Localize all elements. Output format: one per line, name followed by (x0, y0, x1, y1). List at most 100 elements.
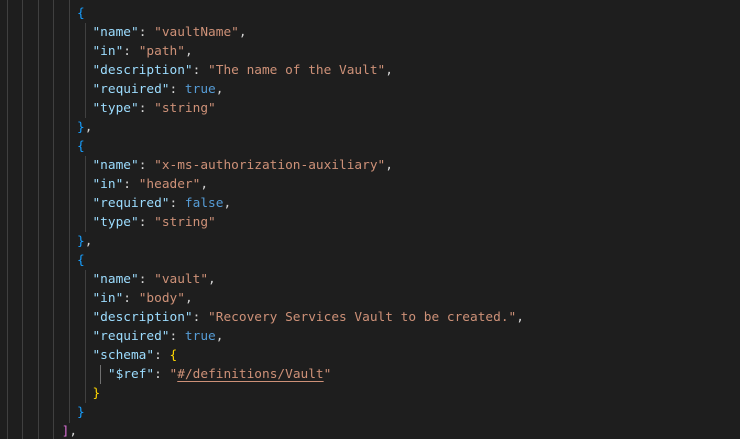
punctuation (0, 6, 77, 21)
punctuation (0, 63, 92, 78)
bracket: { (77, 5, 85, 21)
bracket: } (77, 404, 85, 420)
punctuation (0, 139, 77, 154)
punctuation: , (200, 176, 209, 192)
punctuation: , (208, 271, 216, 287)
code-line: { (0, 251, 85, 270)
json-boolean: false (184, 195, 224, 211)
json-key: "name" (92, 24, 139, 40)
code-line: "description": "The name of the Vault", (0, 61, 393, 80)
json-string: "string" (154, 100, 216, 116)
json-boolean: true (184, 81, 216, 97)
punctuation: , (223, 195, 232, 211)
bracket: } (77, 0, 85, 2)
json-string: "vaultName" (154, 24, 239, 40)
punctuation (0, 0, 77, 2)
json-string: "vault" (154, 271, 209, 287)
json-key: "name" (92, 271, 139, 287)
bracket: { (77, 252, 85, 268)
punctuation: : (123, 290, 139, 306)
json-ref-link[interactable]: #/definitions/Vault (177, 367, 323, 382)
code-line: "in": "path", (0, 42, 192, 61)
punctuation (0, 367, 108, 382)
punctuation: , (385, 62, 393, 78)
code-line: "required": true, (0, 80, 223, 99)
punctuation (0, 291, 92, 306)
json-boolean: true (184, 328, 216, 344)
json-key: "required" (92, 81, 170, 97)
code-line: "required": true, (0, 327, 223, 346)
json-key: "schema" (92, 347, 155, 363)
code-line: }, (0, 232, 92, 251)
json-key: "$ref" (107, 366, 155, 382)
punctuation (0, 348, 92, 363)
json-key: "in" (92, 176, 124, 192)
json-string: "path" (138, 43, 185, 59)
punctuation: , (385, 157, 393, 173)
json-key: "name" (92, 157, 139, 173)
punctuation: , (84, 233, 93, 249)
code-line: "schema": { (0, 346, 177, 365)
punctuation (0, 405, 77, 420)
bracket: } (77, 233, 85, 249)
bracket: { (169, 347, 178, 363)
punctuation: , (69, 423, 78, 439)
bracket: } (77, 119, 85, 135)
punctuation (0, 272, 92, 287)
punctuation: : (192, 62, 209, 78)
punctuation (0, 424, 62, 439)
punctuation: , (215, 81, 224, 97)
punctuation: , (84, 119, 93, 135)
punctuation (0, 329, 92, 344)
punctuation (0, 177, 92, 192)
punctuation (0, 25, 92, 40)
punctuation: , (184, 290, 193, 306)
punctuation: : (169, 81, 185, 97)
code-line: "in": "header", (0, 175, 208, 194)
punctuation (0, 120, 77, 135)
punctuation: : (138, 271, 155, 287)
json-string: "body" (138, 290, 185, 306)
punctuation: : (138, 24, 155, 40)
json-string: " (323, 366, 332, 382)
code-line: "name": "vaultName", (0, 23, 247, 42)
json-key: "in" (92, 290, 124, 306)
punctuation: : (169, 328, 185, 344)
code-line: { (0, 137, 85, 156)
punctuation: : (138, 100, 155, 116)
punctuation: : (138, 214, 155, 230)
json-string: "Recovery Services Vault to be created." (208, 309, 517, 325)
json-key: "description" (92, 309, 193, 325)
punctuation: : (154, 347, 170, 363)
punctuation: : (169, 195, 185, 211)
punctuation: : (154, 366, 170, 382)
code-line: "type": "string" (0, 99, 216, 118)
code-line: ], (0, 422, 77, 439)
code-editor[interactable]: }, { "name": "vaultName", "in": "path", … (0, 0, 740, 439)
json-string: "header" (138, 176, 201, 192)
json-string: "x-ms-authorization-auxiliary" (154, 157, 386, 173)
code-line: "description": "Recovery Services Vault … (0, 308, 524, 327)
json-key: "in" (92, 43, 124, 59)
punctuation: , (238, 24, 247, 40)
code-line: { (0, 4, 85, 23)
punctuation: : (138, 157, 155, 173)
punctuation (0, 101, 92, 116)
bracket: } (92, 385, 101, 401)
punctuation (0, 215, 92, 230)
json-key: "description" (92, 62, 193, 78)
json-key: "type" (92, 100, 139, 116)
punctuation (0, 44, 92, 59)
code-line: "required": false, (0, 194, 231, 213)
punctuation (0, 158, 92, 173)
punctuation (0, 386, 92, 401)
code-line: "name": "x-ms-authorization-auxiliary", (0, 156, 393, 175)
code-line: } (0, 384, 100, 403)
json-string: "string" (154, 214, 216, 230)
json-string: "The name of the Vault" (208, 62, 386, 78)
bracket: { (77, 138, 85, 154)
json-key: "required" (92, 328, 170, 344)
json-key: "required" (92, 195, 170, 211)
punctuation: : (123, 176, 139, 192)
code-line: "$ref": "#/definitions/Vault" (0, 365, 331, 384)
